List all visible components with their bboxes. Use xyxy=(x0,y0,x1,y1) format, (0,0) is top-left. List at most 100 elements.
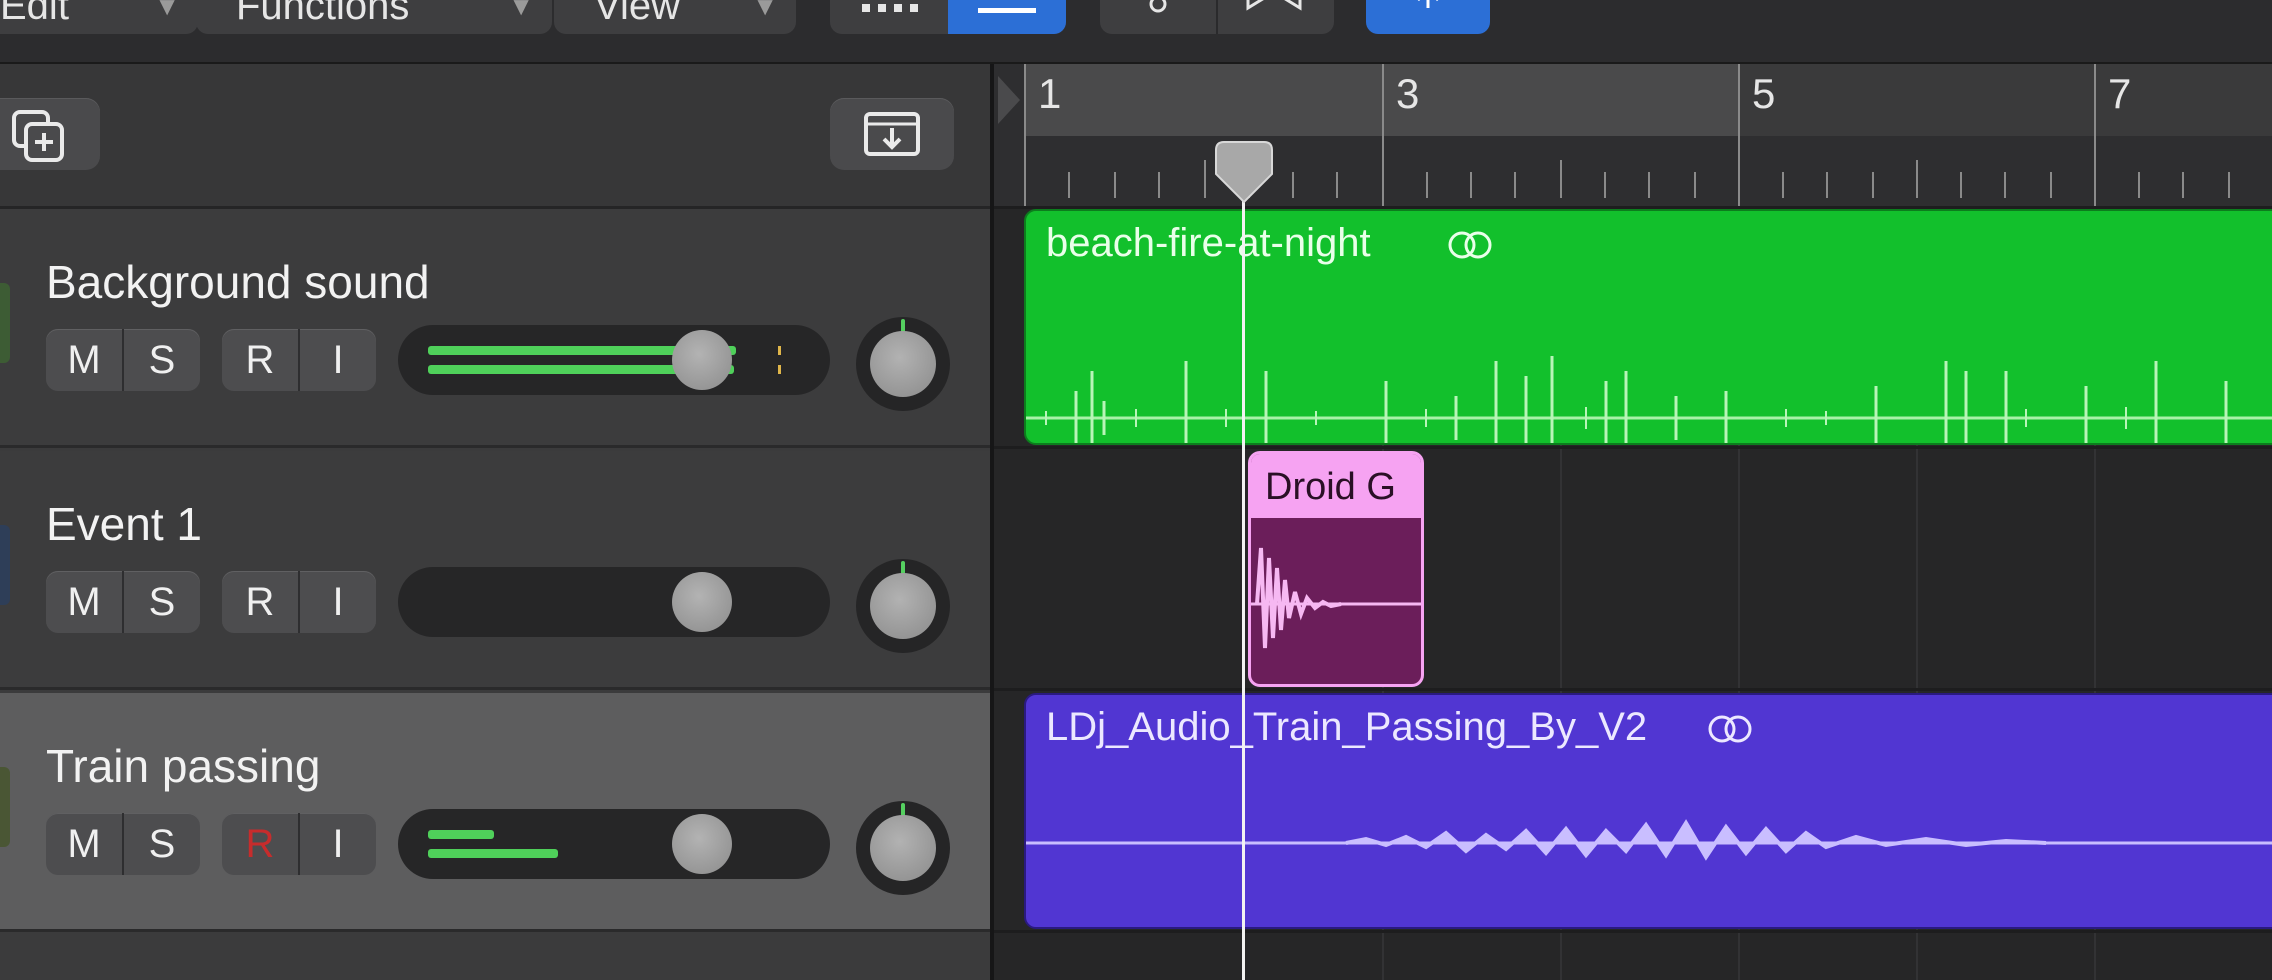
playhead-line xyxy=(1242,142,1245,980)
track-headers-panel: Background sound M S R I Event 1 M S R I… xyxy=(0,64,990,980)
grid-view-button[interactable] xyxy=(830,0,948,34)
bar-ruler[interactable]: 1 3 5 7 xyxy=(994,64,2272,209)
mute-button[interactable]: M xyxy=(46,329,122,391)
new-track-button[interactable] xyxy=(0,98,100,170)
beat-tick xyxy=(2138,172,2140,198)
level-meter-left xyxy=(428,830,494,839)
edit-menu[interactable]: Edit ▼ xyxy=(0,0,198,34)
level-meter-right xyxy=(428,849,558,858)
flex-tool-button[interactable] xyxy=(1218,0,1334,34)
beat-tick xyxy=(1604,172,1606,198)
pan-knob[interactable] xyxy=(856,559,950,653)
mute-solo-group: M S xyxy=(46,571,200,633)
scissors-icon xyxy=(1149,0,1167,13)
list-view-button[interactable] xyxy=(948,0,1066,34)
audio-region-droid-g[interactable]: Droid G xyxy=(1248,451,1424,687)
waveform xyxy=(1026,356,2272,443)
track-name[interactable]: Background sound xyxy=(46,255,430,309)
bar-line xyxy=(1024,64,1026,206)
functions-menu-label: Functions xyxy=(236,0,410,28)
beat-tick xyxy=(1470,172,1472,198)
pan-knob-cap xyxy=(870,573,936,639)
record-enable-button[interactable]: R xyxy=(222,329,298,391)
mute-button[interactable]: M xyxy=(46,571,122,633)
audio-region-beach-fire[interactable]: beach-fire-at-night xyxy=(1024,209,2272,445)
beat-tick xyxy=(1782,172,1784,198)
download-icon xyxy=(864,112,920,156)
input-monitor-button[interactable]: I xyxy=(300,571,376,633)
peak-indicator xyxy=(778,346,781,355)
peak-indicator xyxy=(778,365,781,374)
beat-tick xyxy=(1068,172,1070,198)
chevron-down-icon: ▼ xyxy=(508,0,534,21)
beat-tick xyxy=(1560,160,1562,198)
bowtie-icon xyxy=(1246,0,1302,11)
track-color-tab xyxy=(0,283,10,363)
edit-menu-label: Edit xyxy=(0,0,69,28)
bar-line xyxy=(1738,64,1740,206)
track-list-toolbar xyxy=(0,64,990,209)
lines-icon xyxy=(978,8,1036,13)
playhead-handle[interactable] xyxy=(1212,140,1276,204)
bar-line xyxy=(2094,64,2096,206)
track-header-background-sound[interactable]: Background sound M S R I xyxy=(0,209,990,448)
volume-fader[interactable] xyxy=(398,325,830,395)
new-track-icon xyxy=(12,110,64,162)
record-enable-button[interactable]: R xyxy=(222,571,298,633)
bar-number: 7 xyxy=(2108,70,2132,117)
track-header-event-1[interactable]: Event 1 M S R I xyxy=(0,451,990,690)
chevron-down-icon: ▼ xyxy=(752,0,778,21)
bar-number: 3 xyxy=(1396,70,1420,117)
top-menu-bar: Edit ▼ Functions ▼ View ▼ xyxy=(0,0,2272,64)
mute-button[interactable]: M xyxy=(46,813,122,875)
pan-knob[interactable] xyxy=(856,801,950,895)
tool-segment xyxy=(1100,0,1334,34)
beat-tick xyxy=(1292,172,1294,198)
beat-tick xyxy=(1648,172,1650,198)
waveform xyxy=(1026,819,2272,861)
beat-tick xyxy=(2228,172,2230,198)
beat-tick xyxy=(1872,172,1874,198)
record-input-group: R I xyxy=(222,813,376,875)
beat-tick xyxy=(1114,172,1116,198)
solo-button[interactable]: S xyxy=(124,571,200,633)
audio-region-train-passing[interactable]: LDj_Audio_Train_Passing_By_V2 xyxy=(1024,693,2272,929)
beat-tick xyxy=(2182,172,2184,198)
record-enable-button[interactable]: R xyxy=(222,813,298,875)
chevron-down-icon: ▼ xyxy=(154,0,180,21)
lane-divider xyxy=(994,930,2272,933)
snap-icon xyxy=(1366,0,1490,34)
track-name[interactable]: Train passing xyxy=(46,739,320,793)
pencil-tool-button[interactable] xyxy=(1100,0,1216,34)
input-monitor-button[interactable]: I xyxy=(300,813,376,875)
track-name[interactable]: Event 1 xyxy=(46,497,202,551)
view-menu[interactable]: View ▼ xyxy=(554,0,796,34)
record-input-group: R I xyxy=(222,571,376,633)
record-input-group: R I xyxy=(222,329,376,391)
region-name: Droid G xyxy=(1265,466,1396,508)
import-button[interactable] xyxy=(830,98,954,170)
fader-knob[interactable] xyxy=(672,330,732,390)
ruler-triangle-icon xyxy=(998,76,1020,124)
volume-fader[interactable] xyxy=(398,809,830,879)
dots-icon xyxy=(862,4,918,12)
bar-line xyxy=(1382,64,1384,206)
view-mode-segment xyxy=(830,0,1066,34)
input-monitor-button[interactable]: I xyxy=(300,329,376,391)
fader-knob[interactable] xyxy=(672,572,732,632)
solo-button[interactable]: S xyxy=(124,329,200,391)
functions-menu[interactable]: Functions ▼ xyxy=(196,0,552,34)
bar-number: 5 xyxy=(1752,70,1776,117)
pan-knob[interactable] xyxy=(856,317,950,411)
pan-knob-cap xyxy=(870,815,936,881)
snap-button[interactable] xyxy=(1366,0,1490,34)
fader-knob[interactable] xyxy=(672,814,732,874)
solo-button[interactable]: S xyxy=(124,813,200,875)
view-menu-label: View xyxy=(594,0,680,28)
bar-number: 1 xyxy=(1038,70,1062,117)
beat-tick xyxy=(1514,172,1516,198)
volume-fader[interactable] xyxy=(398,567,830,637)
mute-solo-group: M S xyxy=(46,329,200,391)
track-header-train-passing[interactable]: Train passing M S R I xyxy=(0,693,990,932)
beat-tick xyxy=(1204,160,1206,198)
